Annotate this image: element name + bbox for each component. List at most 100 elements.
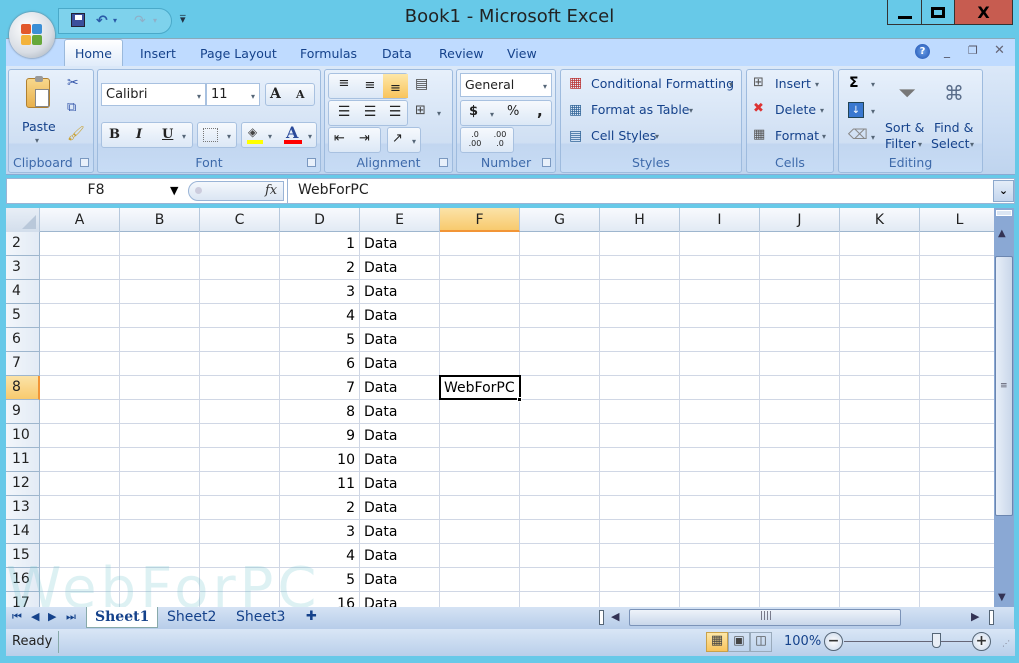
cell-d15[interactable]: 4 [280, 544, 360, 568]
cell-e10[interactable]: Data [360, 424, 440, 448]
cut-icon[interactable]: ✂ [67, 75, 79, 91]
align-right-icon[interactable]: ☰ [385, 104, 405, 120]
cell-f13[interactable] [440, 496, 520, 520]
cell-a15[interactable] [40, 544, 120, 568]
cell-l14[interactable] [920, 520, 994, 544]
fill-color-dropdown-icon[interactable]: ▾ [268, 132, 272, 141]
borders-button[interactable]: ▾ [197, 122, 237, 148]
cell-c17[interactable] [200, 592, 280, 607]
cell-k9[interactable] [840, 400, 920, 424]
format-cells-dropdown-icon[interactable]: ▾ [822, 132, 826, 141]
tab-page-layout[interactable]: Page Layout [200, 46, 277, 61]
cell-k11[interactable] [840, 448, 920, 472]
format-as-table-button[interactable]: Format as Table [591, 102, 690, 117]
cell-h7[interactable] [600, 352, 680, 376]
conditional-formatting-button[interactable]: Conditional Formatting [591, 76, 734, 91]
undo-dropdown-icon[interactable]: ▾ [113, 16, 117, 25]
cell-l3[interactable] [920, 256, 994, 280]
cell-a11[interactable] [40, 448, 120, 472]
orientation-button[interactable]: ↗ ▾ [387, 127, 421, 153]
cell-c9[interactable] [200, 400, 280, 424]
cell-j11[interactable] [760, 448, 840, 472]
cell-l13[interactable] [920, 496, 994, 520]
undo-icon[interactable]: ↶ [96, 13, 108, 29]
cell-j13[interactable] [760, 496, 840, 520]
cell-i7[interactable] [680, 352, 760, 376]
row-header[interactable]: 10 [6, 424, 40, 448]
cell-i12[interactable] [680, 472, 760, 496]
zoom-out-button[interactable]: − [824, 632, 843, 651]
cell-a9[interactable] [40, 400, 120, 424]
cell-j5[interactable] [760, 304, 840, 328]
cell-i16[interactable] [680, 568, 760, 592]
cell-d16[interactable]: 5 [280, 568, 360, 592]
cell-l9[interactable] [920, 400, 994, 424]
cell-d8[interactable]: 7 [280, 376, 360, 400]
workbook-close-button[interactable]: ✕ [994, 43, 1005, 58]
first-sheet-button[interactable]: ⏮ [12, 610, 22, 624]
cell-e7[interactable]: Data [360, 352, 440, 376]
close-button[interactable]: X [954, 0, 1013, 25]
cell-e9[interactable]: Data [360, 400, 440, 424]
align-middle-icon[interactable]: ≡ [360, 78, 380, 93]
sheet-tab-sheet1[interactable]: Sheet1 [86, 607, 159, 628]
cell-b17[interactable] [120, 592, 200, 607]
cell-h11[interactable] [600, 448, 680, 472]
cell-d2[interactable]: 1 [280, 232, 360, 256]
column-header-l[interactable]: L [920, 208, 994, 232]
cell-c10[interactable] [200, 424, 280, 448]
cell-g15[interactable] [520, 544, 600, 568]
cell-j3[interactable] [760, 256, 840, 280]
clear-icon[interactable]: ⌫ [848, 127, 868, 143]
cell-k4[interactable] [840, 280, 920, 304]
name-box-dropdown-icon[interactable]: ▼ [170, 184, 178, 197]
cell-k3[interactable] [840, 256, 920, 280]
cell-k6[interactable] [840, 328, 920, 352]
cell-l15[interactable] [920, 544, 994, 568]
cell-j9[interactable] [760, 400, 840, 424]
cell-i17[interactable] [680, 592, 760, 607]
find-select-button[interactable]: Find & [934, 120, 973, 135]
cell-k10[interactable] [840, 424, 920, 448]
insert-cells-button[interactable]: Insert [775, 76, 811, 91]
save-icon[interactable] [71, 13, 85, 31]
cell-e17[interactable]: Data [360, 592, 440, 607]
insert-sheet-button[interactable]: ✚ [298, 607, 325, 628]
cell-i3[interactable] [680, 256, 760, 280]
name-box[interactable]: F8 [7, 179, 185, 203]
cell-j17[interactable] [760, 592, 840, 607]
cell-k7[interactable] [840, 352, 920, 376]
cell-c3[interactable] [200, 256, 280, 280]
cell-a17[interactable] [40, 592, 120, 607]
cell-e3[interactable]: Data [360, 256, 440, 280]
cell-k17[interactable] [840, 592, 920, 607]
autosum-icon[interactable]: Σ [849, 75, 859, 91]
cell-b3[interactable] [120, 256, 200, 280]
cell-i6[interactable] [680, 328, 760, 352]
cell-d9[interactable]: 8 [280, 400, 360, 424]
bold-button[interactable]: B [109, 127, 120, 142]
cell-f6[interactable] [440, 328, 520, 352]
page-layout-view-button[interactable]: ▣ [728, 632, 750, 652]
cell-g14[interactable] [520, 520, 600, 544]
sort-filter-button[interactable]: Sort & [885, 120, 924, 135]
split-box-right[interactable] [989, 610, 994, 625]
insert-function-icon[interactable]: fx [265, 183, 277, 198]
row-header[interactable]: 3 [6, 256, 40, 280]
cell-g4[interactable] [520, 280, 600, 304]
prev-sheet-button[interactable]: ◀ [31, 610, 39, 623]
cell-h3[interactable] [600, 256, 680, 280]
row-header[interactable]: 16 [6, 568, 40, 592]
cell-h2[interactable] [600, 232, 680, 256]
cell-f14[interactable] [440, 520, 520, 544]
cell-e8[interactable]: Data [360, 376, 440, 400]
currency-dropdown-icon[interactable]: ▾ [490, 110, 494, 119]
cell-k5[interactable] [840, 304, 920, 328]
shrink-font-button[interactable]: A [296, 88, 305, 101]
column-header-h[interactable]: H [600, 208, 680, 232]
cell-h5[interactable] [600, 304, 680, 328]
vertical-scroll-thumb[interactable]: ≡ [995, 256, 1013, 516]
cell-b7[interactable] [120, 352, 200, 376]
cell-f16[interactable] [440, 568, 520, 592]
cell-e16[interactable]: Data [360, 568, 440, 592]
